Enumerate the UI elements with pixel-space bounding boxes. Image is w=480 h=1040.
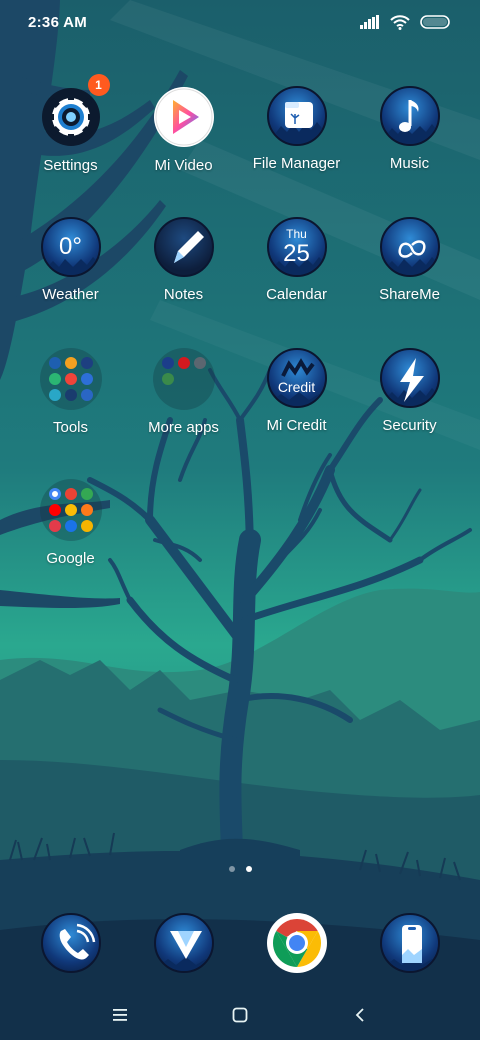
app-file-manager[interactable]: File Manager xyxy=(240,86,353,217)
app-label: File Manager xyxy=(252,155,341,172)
phone-icon xyxy=(40,913,101,973)
app-label: Security xyxy=(382,417,437,434)
mi-video-play-icon xyxy=(153,86,215,148)
dock-chrome[interactable] xyxy=(240,912,353,974)
camera-icon xyxy=(379,913,440,973)
folder-google[interactable]: Google xyxy=(14,479,127,610)
photos-mini-icon xyxy=(80,520,93,532)
status-bar: 2:36 AM xyxy=(0,0,480,44)
folder-more-apps[interactable]: More apps xyxy=(127,348,240,479)
app-weather[interactable]: 0° Weather xyxy=(14,217,127,348)
mi-credit-icon: Credit xyxy=(266,348,327,408)
settings-gear-icon: 1 xyxy=(40,74,110,148)
app-shareme[interactable]: ShareMe xyxy=(353,217,466,348)
folder-tools[interactable]: Tools xyxy=(14,348,127,479)
navigation-bar xyxy=(0,990,480,1040)
weather-temp: 0° xyxy=(59,233,82,260)
back-chevron-icon[interactable] xyxy=(340,995,380,1035)
app-calendar[interactable]: Thu 25 Calendar xyxy=(240,217,353,348)
messages-icon xyxy=(153,913,214,973)
menu-lines-icon[interactable] xyxy=(100,995,140,1035)
app-grid: 1 Settings Mi Video File Manager Music 0… xyxy=(14,74,466,610)
security-bolt-icon xyxy=(379,348,440,408)
play-music-mini-icon xyxy=(80,504,93,516)
app-security[interactable]: Security xyxy=(353,348,466,479)
app-music[interactable]: Music xyxy=(353,86,466,217)
scanner-mini-icon xyxy=(64,389,77,401)
shareme-icon xyxy=(379,217,440,277)
page-dot-2-active[interactable] xyxy=(245,866,252,872)
app-settings[interactable]: 1 Settings xyxy=(14,74,127,217)
more-apps-folder-icon xyxy=(152,348,215,410)
compass-mini-icon xyxy=(80,389,93,401)
page-dot-1[interactable] xyxy=(228,866,235,872)
app-label: Mi Video xyxy=(154,157,213,174)
chrome-icon xyxy=(266,912,328,974)
play-movies-mini-icon xyxy=(48,520,61,532)
gmail-mini-icon xyxy=(64,488,77,500)
maps-mini-icon xyxy=(80,488,93,500)
contacts-mini-icon xyxy=(48,357,61,369)
calendar-icon: Thu 25 xyxy=(266,217,327,277)
status-time: 2:36 AM xyxy=(28,13,88,31)
app-label: Music xyxy=(389,155,430,172)
dock-camera[interactable] xyxy=(353,912,466,974)
app-label: Settings xyxy=(43,157,98,174)
app-mi-credit[interactable]: Credit Mi Credit xyxy=(240,348,353,479)
android-mini-icon xyxy=(161,373,174,385)
app-label: Calendar xyxy=(266,286,327,303)
weather-icon: 0° xyxy=(40,217,101,277)
app-label: Weather xyxy=(42,286,99,303)
dock-phone[interactable] xyxy=(14,912,127,974)
drive-mini-icon xyxy=(64,504,77,516)
app-label: Notes xyxy=(163,286,204,303)
google-folder-icon xyxy=(39,479,102,541)
status-icons xyxy=(360,14,452,30)
app-label: More apps xyxy=(148,419,219,436)
app-label: Tools xyxy=(52,419,89,436)
cyan-mini-icon xyxy=(48,389,61,401)
duo-mini-icon xyxy=(64,520,77,532)
app-label: ShareMe xyxy=(379,286,440,303)
app-mini-icon xyxy=(193,357,206,369)
battery-icon xyxy=(420,15,450,29)
music-note-icon xyxy=(379,86,440,146)
youtube-mini-icon xyxy=(48,504,61,516)
screen-recorder-mini-icon xyxy=(80,373,93,385)
page-indicator xyxy=(0,866,480,872)
app-label: Google xyxy=(46,550,95,567)
netflix-mini-icon xyxy=(177,357,190,369)
app-notes[interactable]: Notes xyxy=(127,217,240,348)
google-mini-icon xyxy=(48,488,61,500)
calendar-date: 25 xyxy=(283,240,310,267)
tools-folder-icon xyxy=(39,348,102,410)
green-mini-icon xyxy=(48,373,61,385)
app-mi-video[interactable]: Mi Video xyxy=(127,86,240,217)
app-label: Mi Credit xyxy=(266,417,327,434)
dock-messages[interactable] xyxy=(127,912,240,974)
facebook-mini-icon xyxy=(161,357,174,369)
wifi-icon xyxy=(390,14,410,30)
mi-credit-text: Credit xyxy=(277,379,316,395)
notes-pen-icon xyxy=(153,217,214,277)
file-manager-icon xyxy=(266,86,327,146)
signal-icon xyxy=(360,15,379,29)
recorder-mini-icon xyxy=(64,373,77,385)
calendar-day: Thu xyxy=(286,227,307,241)
dock xyxy=(14,912,466,974)
notes-mini-icon xyxy=(64,357,77,369)
notification-badge: 1 xyxy=(87,74,110,96)
blue-mini-icon xyxy=(80,357,93,369)
home-square-icon[interactable] xyxy=(220,995,260,1035)
